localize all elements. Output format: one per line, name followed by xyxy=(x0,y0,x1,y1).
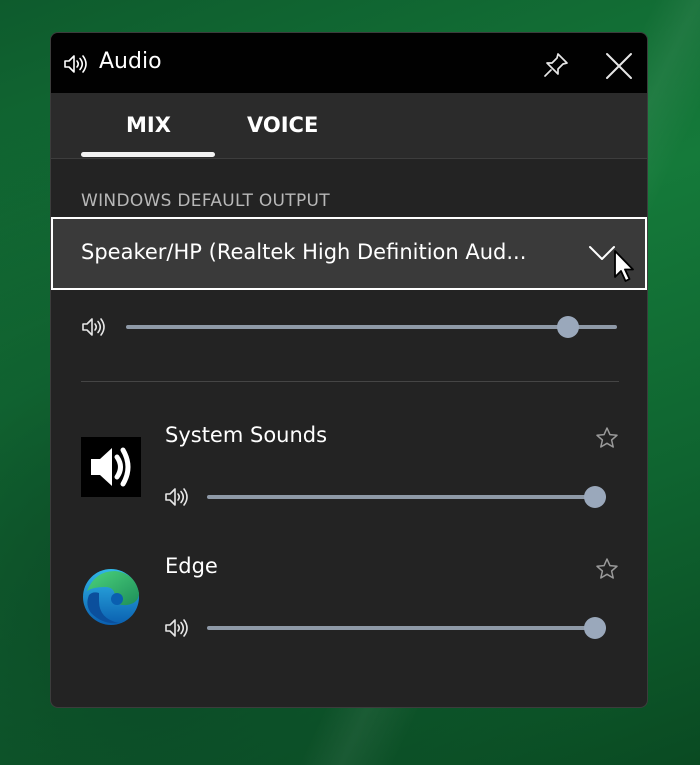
slider-thumb[interactable] xyxy=(556,316,579,338)
output-device-name: Speaker/HP (Realtek High Definition Aud.… xyxy=(81,240,527,264)
tab-voice[interactable]: VOICE xyxy=(247,113,318,137)
chevron-down-icon xyxy=(589,246,615,260)
slider-track xyxy=(207,626,606,630)
divider xyxy=(81,381,619,382)
pin-icon[interactable] xyxy=(542,51,570,79)
volume-icon xyxy=(165,488,188,506)
slider-track xyxy=(207,495,606,499)
output-volume-slider[interactable] xyxy=(126,316,617,338)
tab-mix[interactable]: MIX xyxy=(126,113,171,137)
speaker-app-icon xyxy=(81,437,141,497)
speaker-icon xyxy=(64,55,87,73)
slider-track xyxy=(126,325,617,329)
system-sounds-volume-slider[interactable] xyxy=(207,486,606,508)
edge-volume-slider[interactable] xyxy=(207,617,606,639)
volume-icon xyxy=(165,619,188,637)
app-name-system-sounds: System Sounds xyxy=(165,423,328,447)
volume-icon xyxy=(82,318,105,336)
slider-thumb[interactable] xyxy=(584,486,606,508)
app-name-edge: Edge xyxy=(165,554,218,578)
title-bar: Audio xyxy=(51,33,647,93)
slider-thumb[interactable] xyxy=(584,617,606,639)
output-section-label: WINDOWS DEFAULT OUTPUT xyxy=(81,191,330,211)
star-icon[interactable] xyxy=(595,426,619,450)
audio-widget: Audio MIX VOICE WINDOWS DEFAULT OUTPUT S… xyxy=(50,32,648,708)
output-device-dropdown[interactable]: Speaker/HP (Realtek High Definition Aud.… xyxy=(51,217,647,290)
star-icon[interactable] xyxy=(595,557,619,581)
selected-tab-indicator xyxy=(81,152,215,157)
window-title: Audio xyxy=(99,49,162,74)
tab-bar: MIX VOICE xyxy=(51,93,647,159)
edge-icon xyxy=(81,567,141,627)
close-icon[interactable] xyxy=(604,51,634,81)
mouse-cursor-icon xyxy=(614,250,634,282)
